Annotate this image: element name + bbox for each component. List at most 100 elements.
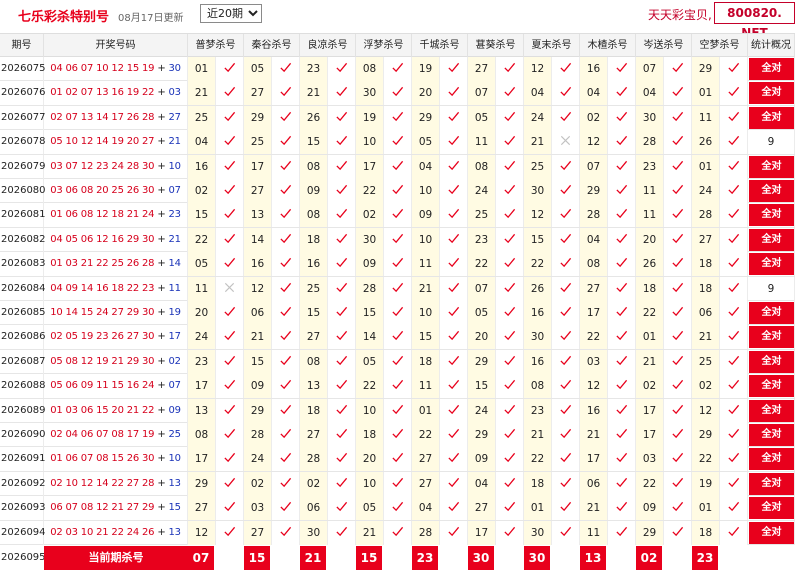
result-mark-cell — [552, 398, 580, 423]
all-correct-badge[interactable]: 全对 — [749, 375, 794, 398]
result-mark-cell — [328, 447, 356, 472]
table-row: 2026075 04 06 07 10 12 15 19 + 30 01 05 23 08… — [0, 57, 795, 82]
plus-sign: + — [154, 355, 169, 367]
kill-number-cell: 22 — [636, 471, 664, 496]
result-mark-cell — [664, 471, 692, 496]
all-correct-badge[interactable]: 全对 — [749, 106, 794, 129]
table-row: 2026086 02 05 19 23 26 27 30 + 17 24 21 27 14… — [0, 325, 795, 350]
kill-number-cell: 17 — [188, 447, 216, 472]
plus-sign: + — [154, 331, 169, 343]
draw-numbers-cell: 05 08 12 19 21 29 30 + 02 — [44, 349, 188, 374]
result-mark-cell — [272, 520, 300, 545]
kill-number-cell: 21 — [356, 520, 384, 545]
special-number: 21 — [168, 136, 181, 148]
kill-number-cell: 22 — [692, 447, 720, 472]
column-header: 统计概况 — [748, 34, 795, 57]
result-mark-cell — [440, 325, 468, 350]
table-row: 2026080 03 06 08 20 25 26 30 + 07 02 27 09 22… — [0, 179, 795, 204]
result-mark-cell — [664, 179, 692, 203]
special-number: 15 — [168, 502, 181, 514]
kill-number-cell: 10 — [356, 471, 384, 496]
check-icon — [224, 233, 236, 243]
result-mark-cell — [720, 81, 748, 106]
all-correct-badge[interactable]: 全对 — [749, 448, 794, 471]
result-mark-cell — [720, 179, 748, 203]
check-icon — [280, 111, 292, 121]
result-mark-cell — [440, 252, 468, 277]
result-mark-cell — [384, 105, 412, 130]
result-mark-cell — [720, 496, 748, 521]
all-correct-badge[interactable]: 全对 — [749, 180, 794, 202]
result-mark-cell — [720, 57, 748, 81]
check-icon — [280, 380, 292, 390]
all-correct-badge[interactable]: 全对 — [749, 228, 794, 251]
all-correct-badge[interactable]: 全对 — [749, 253, 794, 276]
all-correct-badge[interactable]: 全对 — [749, 326, 794, 349]
result-mark-cell — [216, 496, 244, 521]
kill-number-cell: 01 — [636, 325, 664, 350]
kill-number-cell: 04 — [468, 471, 496, 496]
result-mark-cell — [720, 252, 748, 277]
result-mark-cell — [608, 447, 636, 472]
result-mark-cell — [272, 203, 300, 228]
check-icon — [392, 87, 404, 97]
all-correct-badge[interactable]: 全对 — [749, 58, 794, 80]
column-header: 普梦杀号 — [188, 34, 244, 57]
all-correct-badge[interactable]: 全对 — [749, 204, 794, 227]
all-correct-badge[interactable]: 全对 — [749, 399, 794, 422]
check-icon — [448, 184, 460, 195]
kill-number-cell: 05 — [468, 105, 496, 130]
check-icon — [616, 87, 628, 97]
page-header: 七乐彩杀特别号 08月17日更新 近20期 天天彩宝贝, 800820. NET — [0, 0, 795, 40]
check-icon — [672, 428, 684, 439]
period-range-select[interactable]: 近20期 — [200, 4, 262, 23]
result-mark-cell — [496, 276, 524, 301]
kill-number-cell: 15 — [300, 301, 328, 325]
plus-sign: + — [154, 233, 169, 245]
check-icon — [448, 111, 460, 121]
check-icon — [560, 477, 572, 487]
all-correct-badge[interactable]: 全对 — [749, 497, 794, 520]
result-mark-cell — [272, 179, 300, 203]
table-row: 2026081 01 06 08 12 18 21 24 + 23 15 13 08 02… — [0, 203, 795, 228]
kill-number-cell: 09 — [468, 447, 496, 472]
all-correct-badge[interactable]: 全对 — [749, 472, 794, 495]
current-kill-number: 23 — [412, 546, 438, 570]
all-correct-badge[interactable]: 全对 — [749, 82, 794, 105]
all-correct-badge[interactable]: 全对 — [749, 424, 794, 446]
kill-number-cell: 08 — [580, 252, 608, 277]
column-header: 浮梦杀号 — [356, 34, 412, 57]
kill-number-cell: 27 — [300, 325, 328, 350]
all-correct-badge[interactable]: 全对 — [749, 302, 794, 324]
current-period: 2026095 — [1, 552, 46, 563]
current-kill-number: 30 — [524, 546, 550, 570]
kill-number-cell: 30 — [636, 105, 664, 130]
result-mark-cell — [552, 203, 580, 228]
all-correct-badge[interactable]: 全对 — [749, 521, 794, 544]
result-mark-cell — [552, 301, 580, 325]
kill-number-cell: 15 — [412, 325, 440, 350]
column-header: 木楂杀号 — [580, 34, 636, 57]
period-cell: 2026084 — [0, 276, 46, 301]
all-correct-badge[interactable]: 全对 — [749, 350, 794, 373]
result-mark-cell — [720, 276, 748, 301]
plus-sign: + — [154, 160, 169, 172]
check-icon — [560, 233, 572, 243]
result-mark-cell — [272, 252, 300, 277]
result-mark-cell — [328, 374, 356, 399]
kill-number-cell: 05 — [244, 57, 272, 81]
kill-number-cell: 24 — [244, 447, 272, 472]
site-code[interactable]: 800820. NET — [714, 2, 795, 40]
result-mark-cell — [328, 349, 356, 374]
check-icon — [392, 428, 404, 439]
kill-number-cell: 23 — [636, 154, 664, 179]
kill-number-cell: 17 — [580, 447, 608, 472]
kill-number-cell: 23 — [300, 57, 328, 81]
result-mark-cell — [720, 130, 748, 155]
check-icon — [448, 62, 460, 73]
current-kill-number: 15 — [244, 546, 270, 570]
check-icon — [672, 306, 684, 317]
result-mark-cell — [552, 130, 580, 155]
draw-numbers-cell: 01 06 08 12 18 21 24 + 23 — [44, 203, 188, 228]
all-correct-badge[interactable]: 全对 — [749, 155, 794, 178]
